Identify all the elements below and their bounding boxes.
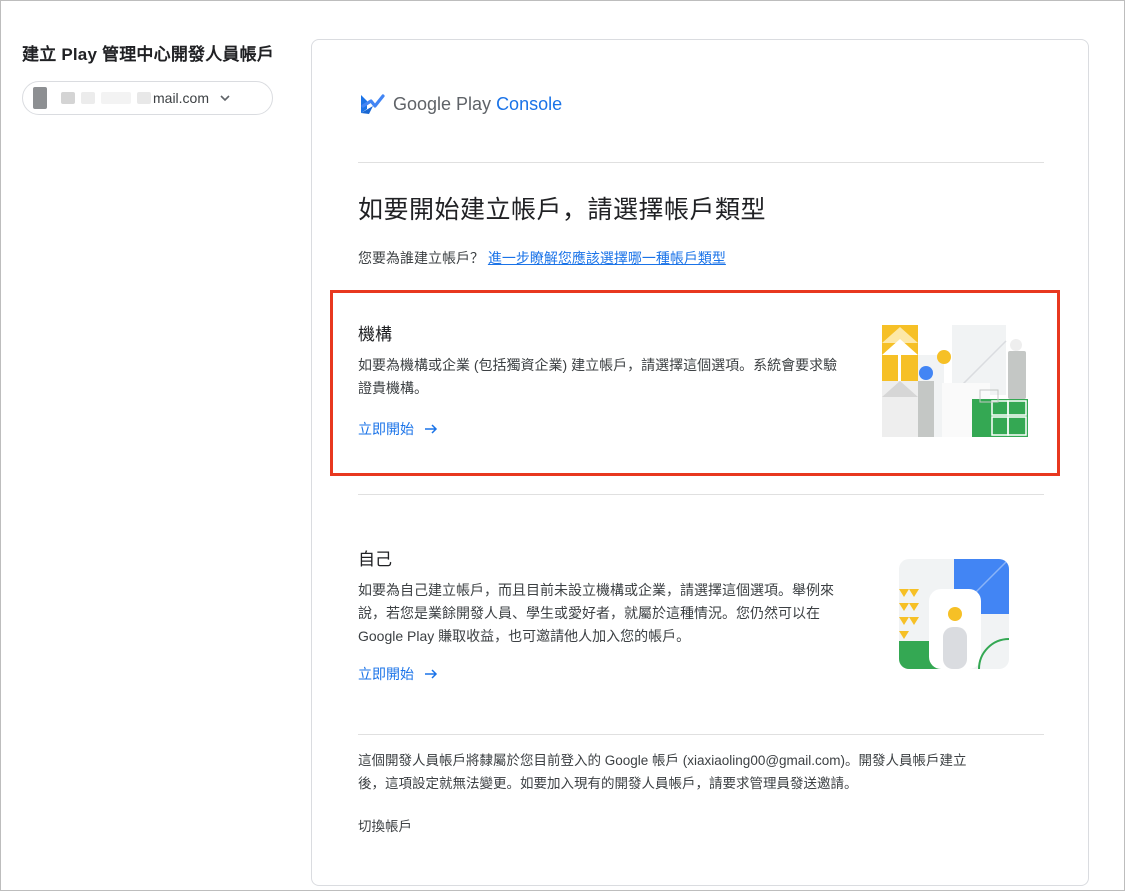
option-organization-title: 機構 (358, 325, 392, 344)
chevron-down-icon (220, 95, 230, 102)
account-email: mail.com (153, 90, 210, 106)
page-title: 建立 Play 管理中心開發人員帳戶 (22, 45, 275, 64)
switch-account-link[interactable]: 切換帳戶 (358, 815, 412, 835)
main-heading: 如要開始建立帳戶，請選擇帳戶類型 (358, 196, 767, 224)
play-console-logo: Google Play Console (359, 92, 562, 116)
learn-more-link[interactable]: 進一步瞭解您應該選擇哪一種帳戶類型 (488, 250, 726, 266)
account-type-card: Google Play Console 如要開始建立帳戶，請選擇帳戶類型 您要為… (311, 39, 1089, 886)
avatar (33, 87, 47, 109)
arrow-right-icon (425, 424, 438, 434)
option-individual-start-link[interactable]: 立即開始 (358, 664, 438, 684)
divider (358, 162, 1044, 163)
option-organization-description: 如要為機構或企業 (包括獨資企業) 建立帳戶，請選擇這個選項。系統會要求驗 證貴… (358, 357, 838, 396)
redacted-email (61, 92, 151, 104)
arrow-right-icon (425, 669, 438, 679)
option-organization-start-link[interactable]: 立即開始 (358, 419, 438, 439)
divider (358, 494, 1044, 495)
footer-notice: 這個開發人員帳戶將隸屬於您目前登入的 Google 帳戶 (xiaxiaolin… (358, 753, 967, 791)
account-switcher[interactable]: mail.com (22, 81, 273, 115)
subtitle-text: 您要為誰建立帳戶？ (358, 250, 484, 266)
option-individual-title: 自己 (358, 550, 392, 569)
play-console-logo-icon (361, 94, 385, 114)
logo-text: Google Play Console (393, 93, 563, 114)
individual-illustration (899, 559, 1009, 669)
divider (358, 734, 1044, 735)
subtitle: 您要為誰建立帳戶？ 進一步瞭解您應該選擇哪一種帳戶類型 (358, 248, 726, 268)
option-individual-description: 如要為自己建立帳戶，而且目前未設立機構或企業，請選擇這個選項。舉例來 說，若您是… (358, 582, 834, 644)
organization-illustration (882, 325, 1028, 437)
